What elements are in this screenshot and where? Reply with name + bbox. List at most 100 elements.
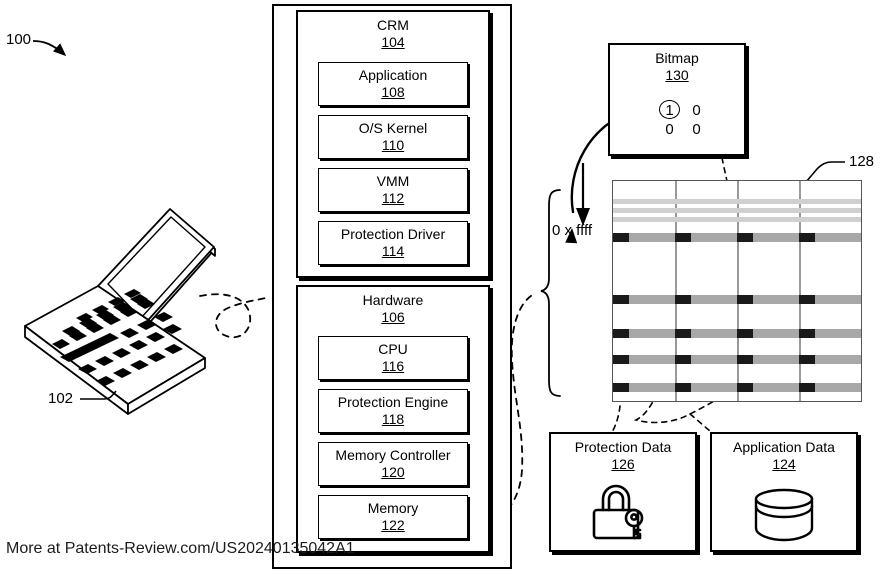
- laptop-illustration: [24, 208, 216, 415]
- cpu-block[interactable]: CPU 116: [318, 336, 468, 380]
- application-data-icon-wrap: [712, 486, 856, 542]
- crm-title: CRM: [377, 17, 409, 33]
- application-data-number: 124: [772, 455, 796, 472]
- watermark-text: More at Patents-Review.com/US20240135042…: [6, 540, 355, 557]
- grid-cell: [737, 208, 799, 213]
- vmm-number: 112: [381, 189, 405, 206]
- grid-cell: [737, 217, 799, 222]
- protection-driver-number: 114: [381, 242, 405, 259]
- protection-engine-block[interactable]: Protection Engine 118: [318, 389, 468, 433]
- grid-row-faint-1: [613, 199, 861, 204]
- memory-range-brace: [540, 189, 561, 397]
- hardware-title: Hardware: [362, 292, 424, 308]
- grid-cell: [675, 208, 737, 213]
- grid-cell: [613, 199, 675, 204]
- grid-cell: [799, 355, 861, 364]
- grid-cell: [799, 383, 861, 392]
- bitmap-cell-1-1[interactable]: 0: [689, 120, 704, 139]
- bitmap-digit-grid: 1 0 0 0: [659, 100, 704, 139]
- grid-cell: [799, 208, 861, 213]
- grid-cell: [613, 217, 675, 222]
- application-data-block[interactable]: Application Data 124: [710, 432, 858, 552]
- grid-cell: [737, 233, 799, 242]
- ref-102-leader: [80, 390, 117, 400]
- hardware-header: Hardware 106: [298, 292, 488, 325]
- memory-block[interactable]: Memory 122: [318, 495, 468, 539]
- grid-column-divider-2: [737, 181, 739, 401]
- grid-cell: [613, 383, 675, 392]
- bitmap-cell-0-1[interactable]: 0: [689, 101, 704, 120]
- memory-controller-number: 120: [381, 463, 405, 480]
- os-kernel-number: 110: [381, 136, 405, 153]
- application-block[interactable]: Application 108: [318, 62, 468, 106]
- grid-cell: [675, 383, 737, 392]
- ref-100-arrowhead: [53, 43, 67, 57]
- bitmap-number: 130: [665, 66, 689, 83]
- protection-data-header: Protection Data 126: [551, 439, 695, 472]
- bitmap-block: Bitmap 130 1 0 0 0: [608, 43, 746, 156]
- protection-driver-block[interactable]: Protection Driver 114: [318, 221, 468, 265]
- application-data-title: Application Data: [733, 439, 835, 455]
- grid-cell: [675, 199, 737, 204]
- bitmap-cell-1-0[interactable]: 0: [662, 120, 677, 139]
- laptop-keyboard: [52, 289, 183, 386]
- grid-cell: [799, 329, 861, 338]
- grid-cell: [675, 233, 737, 242]
- database-icon: [754, 488, 814, 542]
- grid-row-faint-2: [613, 208, 861, 213]
- memory-controller-block[interactable]: Memory Controller 120: [318, 442, 468, 486]
- grid-cell: [799, 199, 861, 204]
- protection-data-block[interactable]: Protection Data 126: [549, 432, 697, 552]
- protection-data-number: 126: [611, 455, 635, 472]
- grid-cell: [675, 217, 737, 222]
- crm-number: 104: [381, 33, 405, 50]
- grid-row-3: [613, 329, 861, 338]
- memory-number: 122: [381, 516, 405, 533]
- bitmap-title: Bitmap: [655, 50, 699, 66]
- cpu-number: 116: [381, 357, 405, 374]
- crm-header: CRM 104: [298, 17, 488, 50]
- grid-cell: [675, 329, 737, 338]
- protection-data-title: Protection Data: [574, 439, 672, 455]
- grid-cell: [799, 233, 861, 242]
- patent-figure: 100 102 128 CRM 104 Application 108 O/S …: [0, 0, 880, 575]
- cpu-title: CPU: [378, 341, 408, 358]
- grid-row-faint-3: [613, 217, 861, 222]
- application-number: 108: [381, 83, 405, 100]
- grid-cell: [737, 199, 799, 204]
- grid-cell: [675, 295, 737, 304]
- laptop-to-system-connector: [199, 293, 271, 339]
- grid-row-2: [613, 295, 861, 304]
- memory-map-grid: [612, 180, 862, 402]
- os-kernel-title: O/S Kernel: [358, 120, 428, 137]
- bitmap-cell-0-0[interactable]: 1: [659, 100, 680, 120]
- grid-column-divider-3: [799, 181, 801, 401]
- vmm-block[interactable]: VMM 112: [318, 168, 468, 212]
- grid-cell: [613, 208, 675, 213]
- application-data-header: Application Data 124: [712, 439, 856, 472]
- grid-column-divider-1: [675, 181, 677, 401]
- application-title: Application: [358, 67, 428, 84]
- protection-data-icon-wrap: [551, 484, 695, 542]
- padlock-icon: [592, 484, 644, 540]
- memory-controller-title: Memory Controller: [335, 447, 451, 464]
- ref-128-leader: [805, 161, 845, 183]
- grid-cell: [613, 295, 675, 304]
- grid-cell: [737, 329, 799, 338]
- ref-102: 102: [48, 390, 74, 407]
- ref-100: 100: [6, 31, 32, 48]
- bitmap-row-0: 1 0: [659, 100, 704, 120]
- os-kernel-block[interactable]: O/S Kernel 110: [318, 115, 468, 159]
- grid-cell: [799, 217, 861, 222]
- protection-engine-title: Protection Engine: [337, 394, 449, 411]
- grid-cell: [613, 355, 675, 364]
- hardware-number: 106: [381, 308, 405, 325]
- grid-cell: [737, 355, 799, 364]
- grid-cell: [613, 329, 675, 338]
- ref-100-leader: [32, 40, 60, 51]
- ref-128: 128: [849, 153, 875, 170]
- grid-cell: [737, 383, 799, 392]
- grid-row-5: [613, 383, 861, 392]
- grid-cell: [799, 295, 861, 304]
- grid-cell: [613, 233, 675, 242]
